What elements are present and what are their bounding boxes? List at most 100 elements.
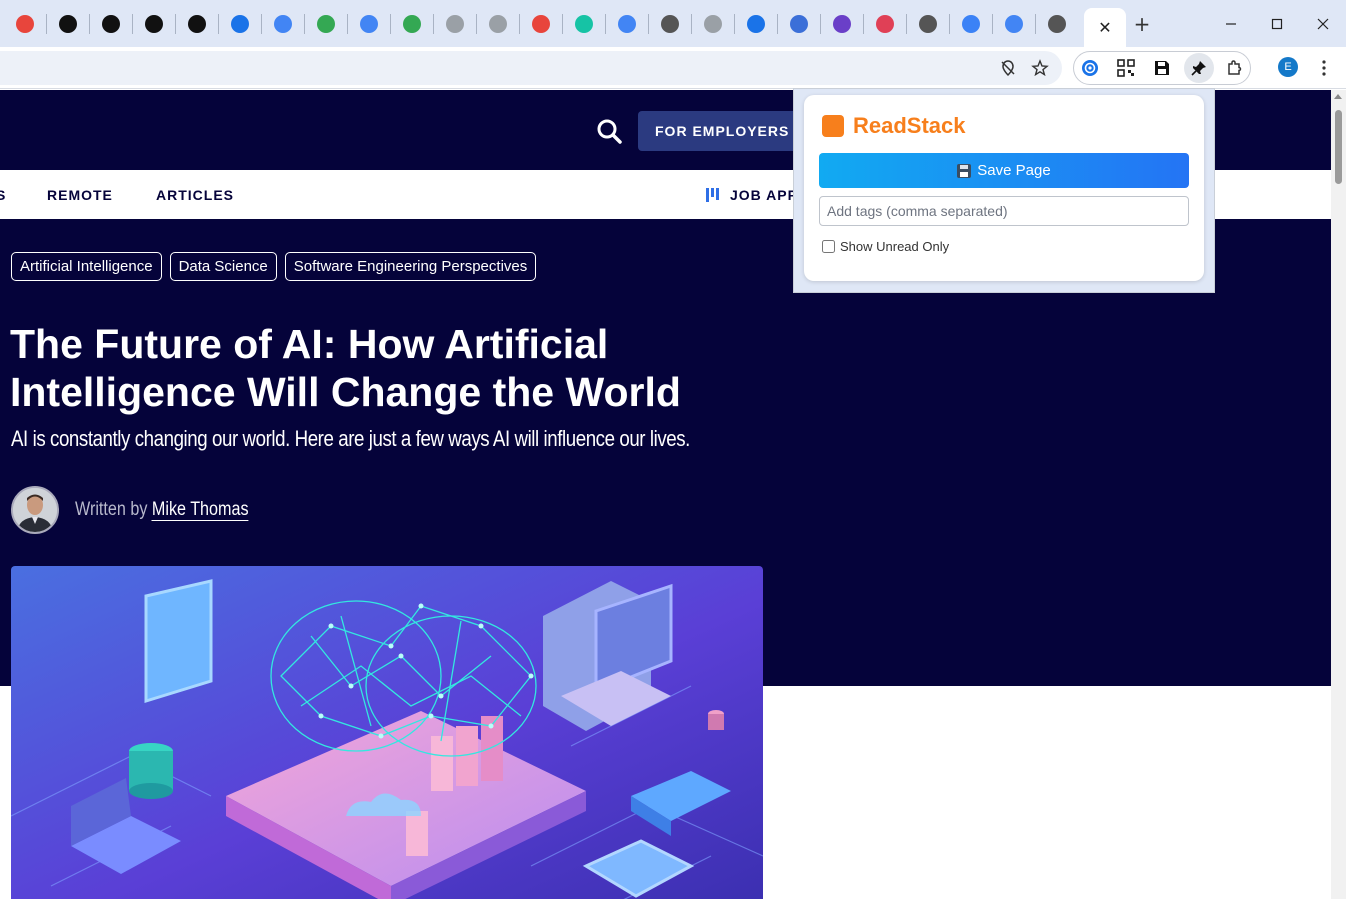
pin-extension-icon[interactable] (1184, 53, 1214, 83)
tracking-protection-icon[interactable] (995, 55, 1021, 81)
tab-separator (562, 14, 563, 34)
browser-tab[interactable] (821, 8, 863, 40)
browser-tab[interactable] (391, 8, 433, 40)
browser-tab[interactable] (90, 8, 132, 40)
author-avatar[interactable] (11, 486, 59, 534)
browser-tab[interactable] (735, 8, 777, 40)
scroll-thumb[interactable] (1335, 110, 1342, 184)
black-circle-icon (59, 15, 77, 33)
browser-tab[interactable] (520, 8, 562, 40)
gauge-icon (532, 15, 550, 33)
save-disk-icon[interactable] (1149, 55, 1175, 81)
browser-tab[interactable] (176, 8, 218, 40)
browser-tab[interactable] (133, 8, 175, 40)
menu-kebab-icon[interactable] (1311, 55, 1337, 81)
maximize-button[interactable] (1265, 12, 1289, 36)
tab-separator (175, 14, 176, 34)
nav-item-partial[interactable]: S (0, 187, 6, 203)
colorful-icon (962, 15, 980, 33)
nav-item-articles[interactable]: ARTICLES (156, 187, 234, 203)
chrome-icon (403, 15, 421, 33)
browser-tab[interactable] (47, 8, 89, 40)
tab-separator (476, 14, 477, 34)
browser-tab[interactable] (864, 8, 906, 40)
tab-separator (906, 14, 907, 34)
gray-circle-icon (446, 15, 464, 33)
show-unread-row[interactable]: Show Unread Only (822, 239, 949, 254)
job-app-label: JOB APP (730, 187, 798, 203)
browser-tab[interactable] (262, 8, 304, 40)
github-icon (145, 15, 163, 33)
tab-separator (648, 14, 649, 34)
scroll-up-arrow[interactable] (1334, 94, 1342, 99)
gray-circle-icon (704, 15, 722, 33)
p-circle-icon (876, 15, 894, 33)
google-icon (274, 15, 292, 33)
close-icon (1317, 18, 1329, 30)
extensions-puzzle-icon[interactable] (1222, 55, 1248, 81)
browser-tab[interactable] (219, 8, 261, 40)
browser-tab[interactable] (477, 8, 519, 40)
a-circle-icon (833, 15, 851, 33)
browser-tab[interactable] (1036, 8, 1078, 40)
browser-tab[interactable] (692, 8, 734, 40)
article-subtitle: AI is constantly changing our world. Her… (11, 426, 690, 451)
nav-item-remote[interactable]: REMOTE (47, 187, 113, 203)
browser-tab[interactable] (606, 8, 648, 40)
gray-circle-icon (489, 15, 507, 33)
tag-artificial-intelligence[interactable]: Artificial Intelligence (11, 252, 162, 281)
tab-separator (734, 14, 735, 34)
tags-input[interactable] (819, 196, 1189, 226)
readstack-popup: ReadStack Save Page Show Unread Only (793, 88, 1215, 293)
article-tags: Artificial Intelligence Data Science Sof… (11, 252, 537, 281)
minimize-button[interactable] (1219, 12, 1243, 36)
browser-tab[interactable] (950, 8, 992, 40)
floppy-disk-icon (957, 163, 972, 178)
tab-separator (820, 14, 821, 34)
qr-code-icon[interactable] (1113, 55, 1139, 81)
new-tab-button[interactable]: + (1130, 12, 1154, 36)
black-circle-icon (102, 15, 120, 33)
author-link[interactable]: Mike Thomas (151, 499, 249, 521)
browser-tab[interactable] (434, 8, 476, 40)
tab-separator (949, 14, 950, 34)
at-sign-extension-icon[interactable] (1077, 55, 1103, 81)
tab-separator (304, 14, 305, 34)
profile-avatar[interactable]: E (1278, 57, 1298, 77)
byline-prefix: Written by (75, 499, 148, 520)
browser-tab[interactable] (4, 8, 46, 40)
save-page-label: Save Page (977, 162, 1051, 179)
browser-tab[interactable] (348, 8, 390, 40)
bookmark-star-icon[interactable] (1027, 55, 1053, 81)
browser-tab[interactable] (305, 8, 347, 40)
globe-icon (661, 15, 679, 33)
browser-tab[interactable] (993, 8, 1035, 40)
x-circle-icon (747, 15, 765, 33)
tag-data-science[interactable]: Data Science (169, 252, 277, 281)
tab-separator (992, 14, 993, 34)
tab-separator (433, 14, 434, 34)
save-page-button[interactable]: Save Page (819, 153, 1189, 188)
show-unread-checkbox[interactable] (822, 240, 835, 253)
black-b-icon (188, 15, 206, 33)
browser-tab[interactable] (778, 8, 820, 40)
tag-software-engineering[interactable]: Software Engineering Perspectives (284, 252, 537, 281)
for-employers-button[interactable]: FOR EMPLOYERS (638, 111, 808, 151)
maximize-icon (1271, 18, 1283, 30)
browser-tab[interactable] (907, 8, 949, 40)
heart-icon (790, 15, 808, 33)
google-icon (360, 15, 378, 33)
kanban-icon (706, 188, 719, 202)
close-window-button[interactable] (1311, 12, 1335, 36)
search-icon[interactable] (595, 117, 623, 145)
close-tab-icon[interactable]: ✕ (1098, 18, 1111, 38)
address-bar[interactable] (0, 51, 1062, 85)
globe-icon (1048, 15, 1066, 33)
browser-toolbar: E (0, 47, 1346, 89)
browser-tab[interactable] (563, 8, 605, 40)
page-scrollbar[interactable] (1331, 90, 1346, 899)
browser-tab[interactable] (649, 8, 691, 40)
tab-separator (218, 14, 219, 34)
nav-item-job-app[interactable]: JOB APP (706, 187, 798, 203)
active-tab[interactable]: ✕ (1084, 8, 1126, 47)
